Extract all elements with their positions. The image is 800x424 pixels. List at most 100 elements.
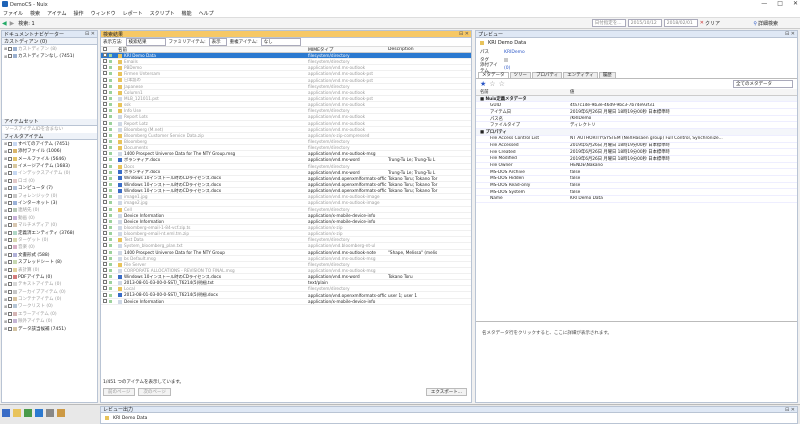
filter-item[interactable]: ⊞ アーカイブアイテム (0) [4, 288, 97, 295]
star-outline-icon[interactable]: ☆ [499, 80, 505, 88]
filter-item[interactable]: ⊞ 添付ファイル (1006) [4, 148, 97, 155]
row-checkbox[interactable] [103, 206, 107, 211]
pin-icon[interactable]: ⊟ ✕ [85, 31, 95, 37]
metadata-row[interactable]: Name KRI Demo Data [476, 196, 797, 203]
preview-tab[interactable]: 履歴 [598, 72, 616, 78]
row-checkbox[interactable] [103, 194, 107, 199]
col-meta-name[interactable]: 名前 [476, 89, 570, 95]
menu-item[interactable]: スクリプト [150, 10, 175, 17]
filter-checkbox[interactable] [8, 326, 12, 331]
pin-icon[interactable]: ⊟ ✕ [785, 407, 795, 413]
maximize-icon[interactable]: □ [777, 0, 783, 7]
filter-checkbox[interactable] [8, 186, 12, 191]
filter-checkbox[interactable] [8, 193, 12, 198]
col-desc[interactable]: Description [388, 47, 443, 52]
people-icon[interactable] [35, 409, 43, 417]
metadata-row[interactable]: File Accessed 2019年6月26日 月曜日 18時19分00秒 日本… [476, 143, 797, 150]
row-checkbox[interactable] [103, 126, 107, 131]
filter-checkbox[interactable] [8, 171, 12, 176]
row-checkbox[interactable] [103, 163, 107, 168]
tag-icon[interactable] [504, 58, 508, 62]
row-checkbox[interactable] [103, 261, 107, 266]
row-checkbox[interactable] [103, 139, 107, 144]
filter-checkbox[interactable] [8, 311, 12, 316]
menu-item[interactable]: ファイル [3, 10, 23, 17]
filter-item[interactable]: ⊞ すべてのアイテム (7451) [4, 140, 97, 147]
row-checkbox[interactable] [103, 212, 107, 217]
date-from-field[interactable]: 2015/10/12 [627, 19, 662, 27]
filter-checkbox[interactable] [8, 289, 12, 294]
row-checkbox[interactable] [103, 280, 107, 285]
filter-checkbox[interactable] [8, 156, 12, 161]
metadata-row[interactable]: ■ プロパティ [476, 129, 797, 136]
metadata-row[interactable]: ファイルタイプ ディレクトリ [476, 122, 797, 130]
row-checkbox[interactable] [103, 237, 107, 242]
filter-checkbox[interactable] [8, 245, 12, 250]
metadata-row[interactable]: File Created 2019年6月26日 月曜日 18時19分00秒 日本標… [476, 149, 797, 156]
filter-item[interactable]: ⊞ エラーアイテム (0) [4, 310, 97, 317]
row-checkbox[interactable] [103, 267, 107, 272]
filter-item[interactable]: ⊞ ワークリスト (0) [4, 303, 97, 310]
path-link[interactable]: KRIDemo [504, 50, 525, 55]
date-to-field[interactable]: 2018/02/01 [663, 19, 698, 27]
menu-item[interactable]: 検索 [30, 10, 40, 17]
row-checkbox[interactable] [103, 132, 107, 137]
pin-icon[interactable]: ⊟ ✕ [785, 31, 795, 37]
filter-checkbox[interactable] [8, 267, 12, 272]
filter-item[interactable]: ⊞ メールファイル (5646) [4, 155, 97, 162]
row-checkbox[interactable] [103, 286, 107, 291]
metadata-row[interactable]: MS-DOS Hidden false [476, 176, 797, 183]
filter-item[interactable]: ⊞ テキストアイテム (0) [4, 281, 97, 288]
filter-header[interactable]: フィルタアイテム [2, 133, 97, 141]
filter-item[interactable]: ⊞ 表計算 (0) [4, 266, 97, 273]
filter-item[interactable]: ⊞ ロゴ (0) [4, 177, 97, 184]
row-checkbox[interactable] [103, 71, 107, 76]
itemset-header[interactable]: アイテムセット [2, 118, 97, 126]
filter-checkbox[interactable] [8, 282, 12, 287]
custodian-checkbox[interactable] [8, 54, 12, 59]
filter-item[interactable]: ⊞ コンテナアイテム (0) [4, 295, 97, 303]
row-checkbox[interactable] [103, 83, 107, 88]
metadata-row[interactable]: File Owner HENDE\Nakano [476, 163, 797, 170]
filter-checkbox[interactable] [8, 200, 12, 205]
display-select[interactable]: 検索結果 [125, 38, 166, 46]
row-checkbox[interactable] [103, 151, 107, 156]
row-checkbox[interactable] [103, 65, 107, 70]
filter-checkbox[interactable] [8, 230, 12, 235]
row-checkbox[interactable] [103, 114, 107, 119]
row-checkbox[interactable] [103, 200, 107, 205]
filter-checkbox[interactable] [8, 252, 12, 257]
row-checkbox[interactable] [103, 255, 107, 260]
filter-checkbox[interactable] [8, 237, 12, 242]
filter-checkbox[interactable] [8, 178, 12, 183]
col-type[interactable]: MIMEタイプ [308, 47, 388, 53]
row-checkbox[interactable] [103, 108, 107, 113]
filter-checkbox[interactable] [8, 304, 12, 309]
filter-item[interactable]: ⊞ ターゲット (0) [4, 236, 97, 243]
filter-checkbox[interactable] [8, 164, 12, 169]
filter-item[interactable]: ⊞ PDFアイテム (0) [4, 273, 97, 280]
folder-icon[interactable] [13, 409, 21, 417]
row-checkbox[interactable] [103, 182, 107, 187]
filter-item[interactable]: ⊞ マルチメディア (0) [4, 221, 97, 229]
row-checkbox[interactable] [103, 274, 107, 279]
row-checkbox[interactable] [103, 120, 107, 125]
menu-item[interactable]: ウィンドウ [91, 10, 116, 17]
preview-tab[interactable]: メタデータ [478, 72, 509, 78]
row-checkbox[interactable] [103, 218, 107, 223]
preview-tab[interactable]: エンティティ [563, 72, 598, 78]
row-checkbox[interactable] [103, 243, 107, 248]
row-checkbox[interactable] [103, 59, 107, 64]
menu-item[interactable]: ヘルプ [199, 10, 214, 17]
row-checkbox[interactable] [103, 89, 107, 94]
row-checkbox[interactable] [103, 169, 107, 174]
filter-item[interactable]: ⊞ スプレッドシート (8) [4, 258, 97, 266]
menu-item[interactable]: 操作 [74, 10, 84, 17]
filter-item[interactable]: ⊞ 定義済エンティティ (3768) [4, 229, 97, 236]
metadata-row[interactable]: MS-DOS System false [476, 189, 797, 196]
clear-button[interactable]: ✕ クリア [700, 20, 720, 27]
row-checkbox[interactable] [103, 53, 107, 58]
metadata-row[interactable]: MS-DOS Archive false [476, 169, 797, 176]
attach-count[interactable]: (0) [504, 66, 510, 71]
preview-tab[interactable]: ツリー [509, 72, 531, 78]
